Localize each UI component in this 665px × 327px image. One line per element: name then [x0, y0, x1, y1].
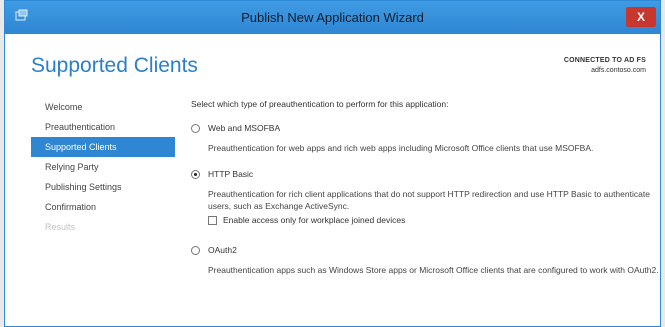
option-web-msofba[interactable]: Web and MSOFBA Preauthentication for web…: [191, 123, 593, 154]
step-publishing-settings[interactable]: Publishing Settings: [31, 177, 175, 197]
step-supported-clients[interactable]: Supported Clients: [31, 137, 175, 157]
radio-web-msofba[interactable]: [191, 123, 200, 133]
option-oauth2[interactable]: OAuth2 Preauthentication apps such as Wi…: [191, 245, 663, 276]
option-description: Preauthentication for rich client applic…: [208, 189, 650, 211]
title-bar[interactable]: Publish New Application Wizard X: [5, 1, 660, 34]
connection-info: CONNECTED TO AD FS adfs.contoso.com: [564, 56, 646, 76]
option-label: Web and MSOFBA: [208, 123, 281, 133]
close-icon: X: [636, 10, 645, 24]
server-name: adfs.contoso.com: [591, 67, 646, 74]
prompt-text: Select which type of preauthentication t…: [191, 99, 449, 109]
option-description: Preauthentication for web apps and rich …: [208, 143, 594, 153]
option-description: Preauthentication apps such as Windows S…: [208, 265, 659, 275]
checkbox-label: Enable access only for workplace joined …: [223, 215, 406, 225]
option-label: OAuth2: [208, 245, 237, 255]
step-results: Results: [45, 222, 76, 232]
wizard-window: Publish New Application Wizard X Support…: [4, 0, 661, 327]
page-title: Supported Clients: [31, 54, 198, 77]
wizard-header: Supported Clients CONNECTED TO AD FS adf…: [5, 34, 660, 96]
step-welcome[interactable]: Welcome: [31, 97, 175, 117]
radio-oauth2[interactable]: [191, 245, 200, 255]
radio-http-basic[interactable]: [191, 169, 200, 179]
connection-status: CONNECTED TO AD FS: [563, 57, 646, 64]
option-http-basic[interactable]: HTTP Basic Preauthentication for rich cl…: [191, 169, 663, 225]
wizard-steps: Welcome Preauthentication Supported Clie…: [31, 97, 175, 237]
option-label: HTTP Basic: [208, 169, 254, 179]
close-button[interactable]: X: [626, 7, 656, 27]
step-relying-party[interactable]: Relying Party: [31, 157, 175, 177]
workplace-joined-checkbox[interactable]: [208, 215, 217, 225]
step-preauthentication[interactable]: Preauthentication: [31, 117, 175, 137]
main-content: Select which type of preauthentication t…: [185, 97, 659, 275]
window-title: Publish New Application Wizard: [241, 10, 424, 25]
workplace-joined-check-row[interactable]: Enable access only for workplace joined …: [208, 215, 663, 225]
step-confirmation[interactable]: Confirmation: [31, 197, 175, 217]
